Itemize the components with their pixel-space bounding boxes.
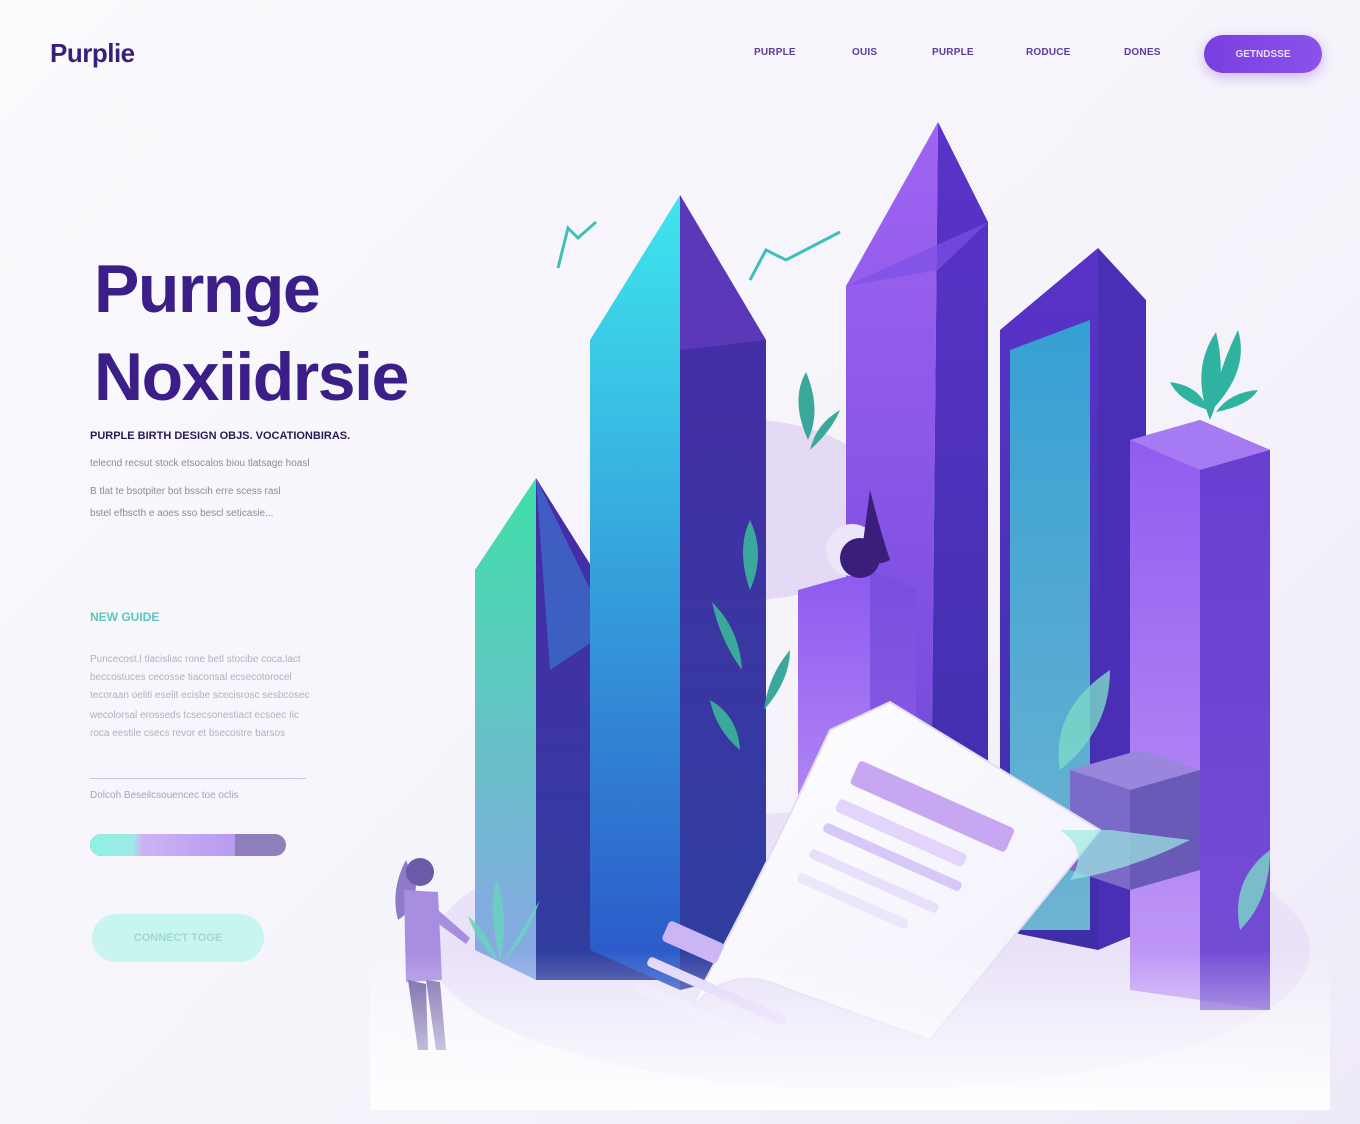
nav-item-5[interactable]: DONES — [1124, 47, 1161, 58]
nav-item-2[interactable]: OUIS — [852, 47, 877, 58]
paragraph-line: wecolorsal erosseds tcsecsonestiact ecso… — [90, 710, 299, 721]
progress-bar — [90, 834, 286, 856]
hero-text-line: telecnd recsut stock etsocalos biou tlat… — [90, 458, 310, 469]
hero-title-line-2: Noxiidrsie — [94, 339, 409, 415]
paragraph-line: beccostuces cecosse tiaconsal ecsecotoro… — [90, 672, 292, 683]
progress-fill — [90, 834, 236, 856]
paragraph-line: Puncecost.l tlacisliac rone betl stocibe… — [90, 654, 301, 665]
nav-item-4[interactable]: RODUCE — [1026, 47, 1071, 58]
bottom-fade — [370, 710, 1330, 1110]
header-cta-button[interactable]: GETNDSSE — [1204, 35, 1322, 73]
nav-item-3[interactable]: PURPLE — [932, 47, 974, 58]
paragraph-line: roca eestile csecs revor et bsecostre ba… — [90, 728, 286, 739]
sparkle-icon — [748, 230, 841, 281]
paragraph-line: tecoraan oeliti eselit ecisbe scecisrosc… — [90, 690, 310, 701]
hero-title-line-1: Purnge — [94, 251, 321, 327]
sparkle-icon — [556, 220, 597, 269]
section-label: NEW GUIDE — [90, 610, 160, 624]
divider — [90, 778, 306, 779]
hero-illustration — [370, 122, 1330, 1110]
nav-item-1[interactable]: PURPLE — [754, 47, 796, 58]
landing-page: Purplie PURPLE OUIS PURPLE RODUCE DONES … — [0, 0, 1360, 1124]
hero-text-line: bstel efbscth e aoes sso bescl seticasie… — [90, 508, 274, 519]
hero-text-line: B tlat te bsotpiter bot bsscih erre sces… — [90, 486, 281, 497]
leaf-icon — [1170, 330, 1258, 420]
connect-button[interactable]: CONNECT TOGE — [92, 914, 264, 962]
logo[interactable]: Purplie — [50, 38, 135, 69]
hero-subtitle: PURPLE BIRTH DESIGN OBJS. VOCATIONBIRAS. — [90, 430, 351, 442]
caption: Dolcoh Beseilcsouencec toe oclis — [90, 790, 239, 801]
